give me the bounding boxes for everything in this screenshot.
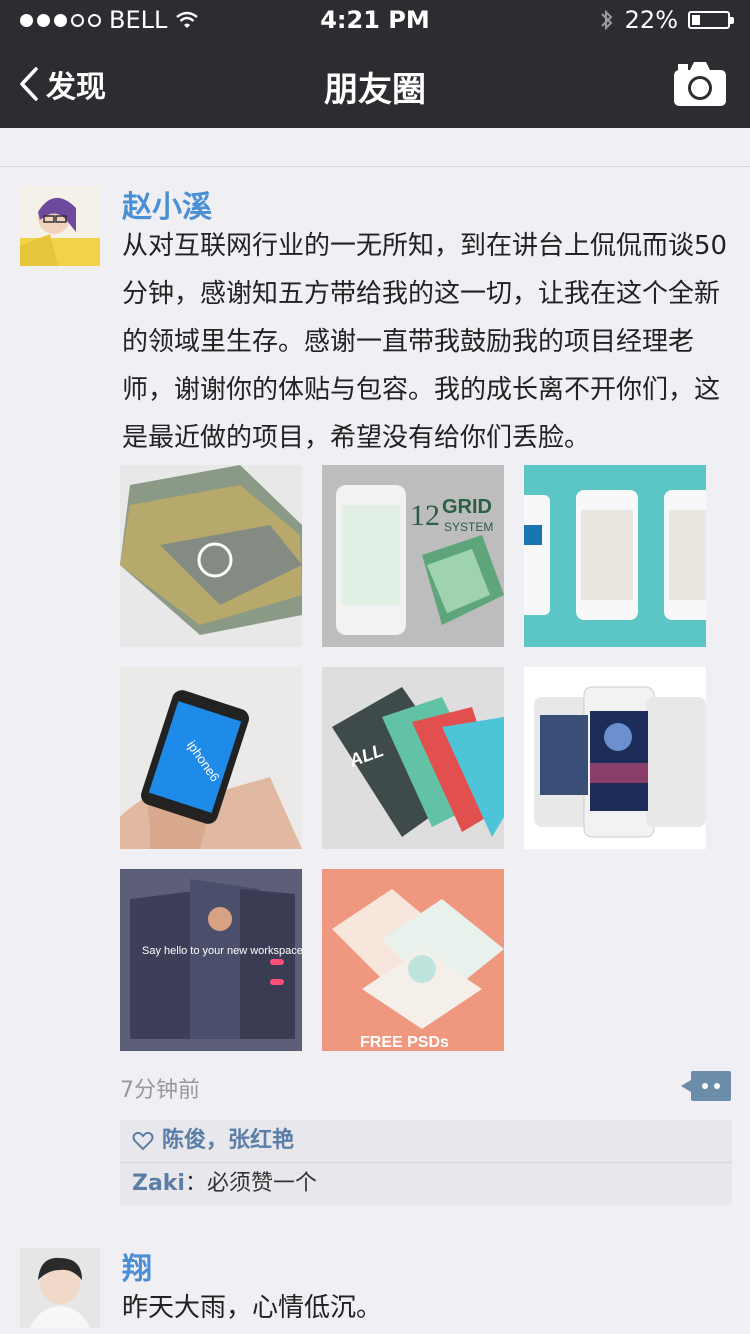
avatar[interactable] [20,186,100,266]
likes-names[interactable]: 陈俊，张红艳 [162,1120,294,1162]
likes-row: 陈俊，张红艳 [120,1120,732,1163]
post-timestamp: 7分钟前 [120,1078,200,1103]
photo-thumbnail[interactable]: Say hello to your new workspace [120,869,302,1051]
comment-text: 必须赞一个 [207,1171,318,1196]
post-author-name[interactable]: 赵小溪 [122,182,212,226]
photo-thumbnail[interactable]: 12 GRID SYSTEM [322,465,504,647]
navigation-bar: 发现 朋友圈 [0,40,750,128]
photo-thumbnail[interactable]: iphone6 [120,667,302,849]
svg-text:Say hello to your new workspac: Say hello to your new workspace [142,945,302,957]
post-text: 从对互联网行业的一无所知，到在讲台上侃侃而谈50分钟，感谢知五方带给我的这一切，… [122,231,728,453]
battery-icon [688,11,734,29]
comment-more-button[interactable] [681,1071,731,1101]
photo-thumbnail[interactable]: ALL [322,667,504,849]
bluetooth-icon [600,9,613,31]
photo-thumbnail[interactable]: FREE PSDs [322,869,504,1051]
likes-comments-box: 陈俊，张红艳 Zaki：必须赞一个 [120,1120,732,1205]
svg-text:FREE PSDs: FREE PSDs [360,1034,449,1051]
battery-percent: 22% [624,6,678,34]
photo-thumbnail[interactable] [120,465,302,647]
top-bar: BELL 4:21 PM 22% 发现 朋友圈 [0,0,750,128]
comment-separator: ： [184,1171,207,1196]
svg-text:GRID: GRID [442,496,492,518]
photo-thumbnail[interactable] [524,465,706,647]
heart-icon [132,1131,154,1151]
camera-icon[interactable] [672,58,728,110]
page-title: 朋友圈 [324,70,426,110]
status-bar: BELL 4:21 PM 22% [0,0,750,40]
comment-row[interactable]: Zaki：必须赞一个 [120,1163,732,1205]
post-author-name[interactable]: 翔 [122,1244,152,1288]
comment-author[interactable]: Zaki [132,1171,185,1196]
post-text: 昨天大雨，心情低沉。 [122,1293,383,1323]
photo-thumbnail[interactable] [524,667,706,849]
svg-text:12: 12 [410,499,440,532]
avatar[interactable] [20,1248,100,1328]
svg-text:SYSTEM: SYSTEM [444,520,493,534]
divider [0,166,750,167]
